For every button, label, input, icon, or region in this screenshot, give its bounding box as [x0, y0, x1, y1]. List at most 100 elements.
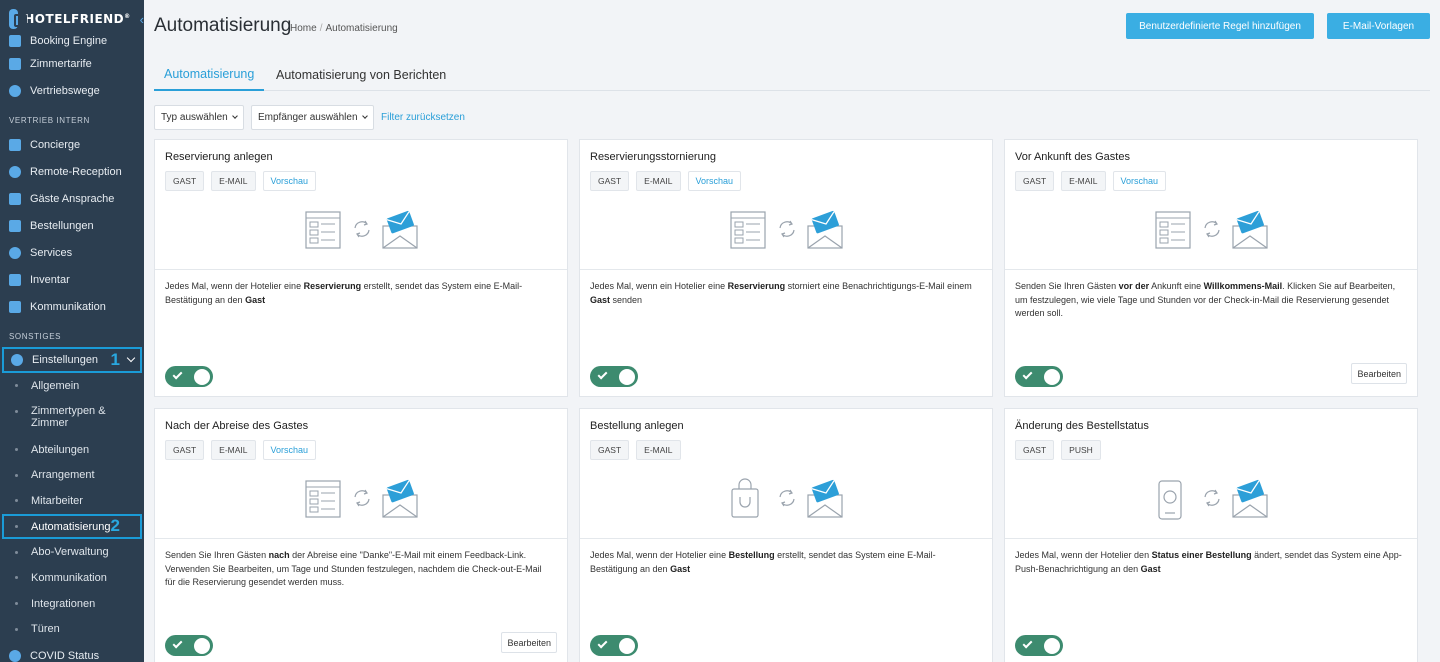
card-tags: GAST E-MAIL Vorschau	[165, 440, 317, 460]
main-content: Automatisierung Home / Automatisierung Ben…	[144, 0, 1440, 662]
card-tags: GAST E-MAIL Vorschau	[165, 171, 317, 191]
description-segment: Senden Sie Ihren Gästen	[1015, 281, 1119, 291]
preview-link[interactable]: Vorschau	[262, 440, 317, 460]
sidebar-item-label: Inventar	[30, 273, 70, 286]
sidebar-item-label: Kommunikation	[30, 300, 106, 313]
sidebar-subitem-abo-verwaltung[interactable]: Abo-Verwaltung	[0, 539, 144, 565]
sidebar-subitem-mitarbeiter[interactable]: Mitarbeiter	[0, 488, 144, 514]
description-segment: Willkommens-Mail	[1203, 281, 1283, 291]
cloud-icon	[9, 246, 21, 259]
sidebar-subitem-abteilungen[interactable]: Abteilungen	[0, 437, 144, 463]
automation-toggle[interactable]	[165, 635, 213, 656]
reset-filters-link[interactable]: Filter zurücksetzen	[381, 112, 465, 123]
reception-icon	[9, 165, 21, 178]
automation-toggle[interactable]	[590, 366, 638, 387]
bullet-icon	[15, 499, 18, 503]
sidebar-item-label: Allgemein	[31, 379, 80, 392]
card-title: Nach der Abreise des Gastes	[165, 420, 309, 432]
description-segment: Jedes Mal, wenn der Hotelier eine	[590, 550, 729, 560]
automation-toggle[interactable]	[1015, 366, 1063, 387]
sidebar-subitem-arrangement[interactable]: Arrangement	[0, 462, 144, 488]
sidebar-item-label: Kommunikation	[31, 571, 107, 584]
bullet-icon	[15, 384, 18, 388]
divider	[580, 538, 992, 539]
divider	[1005, 538, 1417, 539]
preview-link[interactable]: Vorschau	[1112, 171, 1167, 191]
sidebar-item-booking-engine[interactable]: Booking Engine	[0, 32, 144, 50]
card-title: Reservierungsstornierung	[590, 151, 716, 163]
email-templates-button[interactable]: E-Mail-Vorlagen	[1327, 13, 1430, 39]
card-description: Jedes Mal, wenn der Hotelier den Status …	[1015, 549, 1403, 576]
automation-toggle[interactable]	[165, 366, 213, 387]
card-title: Änderung des Bestellstatus	[1015, 420, 1149, 432]
toggle-knob	[194, 637, 210, 654]
automation-illustration	[730, 206, 846, 252]
description-segment: Gast	[1140, 563, 1161, 574]
toggle-knob	[194, 368, 210, 385]
automation-illustration	[305, 475, 421, 521]
brand-name: HOTELFRIEND®	[24, 12, 131, 26]
divider	[155, 269, 567, 270]
sidebar-item-label: Arrangement	[31, 469, 95, 482]
sidebar-item-einstellungen[interactable]: Einstellungen 1	[2, 347, 142, 373]
sidebar-item-services[interactable]: Services	[0, 239, 144, 266]
sidebar-item-bestellungen[interactable]: Bestellungen	[0, 212, 144, 239]
bullet-icon	[15, 473, 18, 477]
gear-network-icon	[9, 84, 21, 97]
sidebar-item-zimmertarife[interactable]: Zimmertarife	[0, 50, 144, 77]
sidebar-item-concierge[interactable]: Concierge	[0, 131, 144, 158]
chevron-down-icon	[361, 113, 368, 119]
sidebar-item-label: Bestellungen	[30, 219, 94, 232]
card-description: Jedes Mal, wenn ein Hotelier eine Reserv…	[590, 280, 978, 307]
sidebar-subitem-integrationen[interactable]: Integrationen	[0, 591, 144, 617]
sidebar-item-label: Zimmertarife	[30, 57, 92, 70]
sidebar-item-inventar[interactable]: Inventar	[0, 266, 144, 293]
tab-automatisierung-berichte[interactable]: Automatisierung von Berichten	[266, 59, 456, 91]
sidebar-item-remote-reception[interactable]: Remote-Reception	[0, 158, 144, 185]
automation-illustration	[305, 206, 421, 252]
description-segment: Jedes Mal, wenn ein Hotelier eine	[590, 281, 728, 291]
sidebar-item-label: Services	[30, 246, 73, 259]
cart-icon	[9, 219, 21, 232]
sidebar-subitem-zimmertypen[interactable]: Zimmertypen & Zimmer	[0, 399, 144, 437]
add-custom-rule-button[interactable]: Benutzerdefinierte Regel hinzufügen	[1126, 13, 1314, 39]
type-filter-dropdown[interactable]: Typ auswählen	[154, 105, 244, 130]
tag: GAST	[1015, 440, 1055, 460]
edit-button[interactable]: Bearbeiten	[501, 632, 557, 653]
preview-link[interactable]: Vorschau	[262, 171, 317, 191]
sidebar-item-label: Vertriebswege	[30, 84, 100, 97]
check-icon	[597, 369, 608, 380]
recipient-filter-dropdown[interactable]: Empfänger auswählen	[251, 105, 374, 130]
card-description: Jedes Mal, wenn der Hotelier eine Reserv…	[165, 280, 553, 307]
description-segment: senden	[610, 294, 643, 305]
sidebar-item-label: Mitarbeiter	[31, 494, 83, 507]
sidebar-item-gaeste-ansprache[interactable]: Gäste Ansprache	[0, 185, 144, 212]
gear-icon	[11, 354, 23, 366]
tag: GAST	[590, 440, 630, 460]
recipient-filter-label: Empfänger auswählen	[258, 112, 358, 123]
sidebar-item-covid-status[interactable]: COVID Status	[0, 642, 144, 662]
booking-icon	[9, 35, 21, 47]
description-segment: storniert eine Benachrichtigungs-E-Mail …	[785, 281, 972, 291]
preview-link[interactable]: Vorschau	[687, 171, 742, 191]
chat-icon	[9, 300, 21, 313]
card-tags: GAST E-MAIL Vorschau	[1015, 171, 1167, 191]
tag: GAST	[165, 440, 205, 460]
sidebar-subitem-allgemein[interactable]: Allgemein	[0, 373, 144, 399]
breadcrumb-home[interactable]: Home	[290, 23, 317, 34]
automation-toggle[interactable]	[1015, 635, 1063, 656]
automation-card: Bestellung anlegen GAST E-MAIL Jedes Mal, w…	[579, 408, 993, 662]
automation-card: Reservierung anlegen GAST E-MAIL Vorschau Je…	[154, 139, 568, 397]
sidebar-item-label: Abteilungen	[31, 443, 90, 456]
automation-toggle[interactable]	[590, 635, 638, 656]
sidebar-subitem-kommunikation[interactable]: Kommunikation	[0, 565, 144, 591]
card-tags: GAST PUSH	[1015, 440, 1101, 460]
tab-automatisierung[interactable]: Automatisierung	[154, 59, 265, 91]
bullet-icon	[15, 602, 18, 606]
sidebar-subitem-automatisierung[interactable]: Automatisierung 2	[2, 513, 142, 540]
sidebar-item-vertriebswege[interactable]: Vertriebswege	[0, 77, 144, 104]
sidebar-subitem-tueren[interactable]: Türen	[0, 617, 144, 643]
edit-button[interactable]: Bearbeiten	[1351, 363, 1407, 384]
bullet-icon	[15, 550, 18, 554]
sidebar-item-kommunikation[interactable]: Kommunikation	[0, 293, 144, 320]
